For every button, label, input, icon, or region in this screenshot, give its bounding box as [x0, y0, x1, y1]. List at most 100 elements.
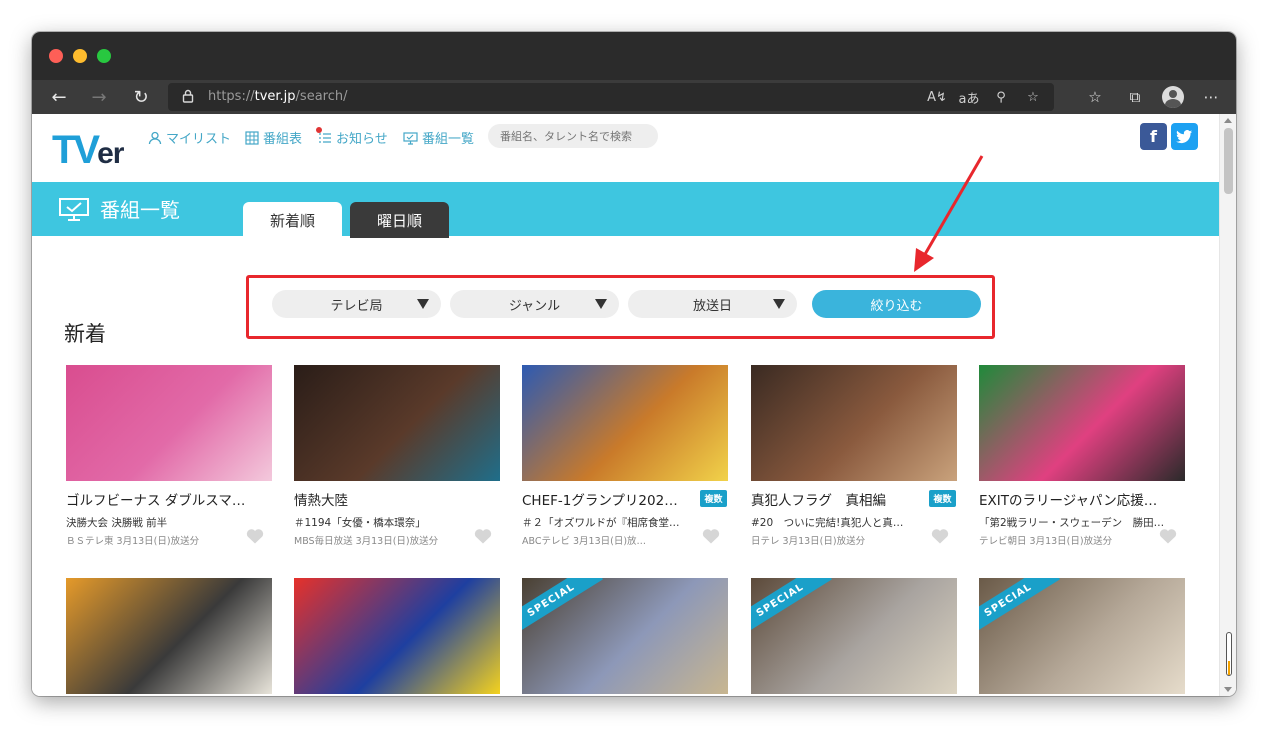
program-card[interactable]: SPECIAL大奥～誕生[有功・家光篇]複数 — [979, 578, 1185, 696]
lock-icon — [182, 89, 194, 103]
profile-avatar[interactable] — [1162, 86, 1184, 108]
browser-window: ← → ↻ https://tver.jp/search/ A↯ aあ ⚲ ☆ … — [32, 32, 1236, 696]
broadcast-info: ABCテレビ 3月13日(日)放… — [522, 536, 647, 546]
episode-title: 「第2戦ラリー・スウェーデン 勝田… — [979, 517, 1165, 529]
program-thumbnail[interactable]: SPECIAL — [522, 578, 728, 694]
read-aloud-icon[interactable]: A↯ — [926, 87, 948, 107]
dropdown-arrow-icon — [773, 299, 785, 309]
program-thumbnail[interactable] — [751, 365, 957, 481]
program-thumbnail[interactable]: SPECIAL — [751, 578, 957, 694]
tver-logo[interactable]: TVer — [52, 128, 124, 173]
program-card[interactable]: CHEF-1グランプリ202… 複数 ＃２「オズワルドが『相席食堂… ABCテレビ 3… — [522, 365, 728, 546]
notification-dot — [316, 126, 322, 133]
forward-arrow-icon[interactable]: → — [86, 84, 112, 110]
program-card[interactable]: 情熱大陸 ＃1194「女優・橋本環奈」 MBS毎日放送 3月13日(日)放送分 — [294, 365, 500, 546]
program-title[interactable]: 情熱大陸 — [294, 489, 500, 509]
program-thumbnail[interactable] — [522, 365, 728, 481]
filter-bar: テレビ局 ジャンル 放送日 絞り込む — [246, 275, 995, 339]
nav-program-list[interactable]: 番組一覧 — [403, 128, 474, 147]
tv-icon — [403, 131, 418, 145]
multi-episode-badge: 複数 — [929, 490, 956, 507]
special-ribbon: SPECIAL — [979, 578, 1060, 638]
program-thumbnail[interactable] — [294, 365, 500, 481]
tab-weekday[interactable]: 曜日順 — [350, 202, 449, 238]
episode-title: #20 ついに完結!真犯人と真… — [751, 517, 904, 529]
list-icon — [316, 126, 332, 145]
add-favorite-icon[interactable]: ☆ — [1022, 87, 1044, 107]
back-arrow-icon[interactable]: ← — [46, 84, 72, 110]
episode-title: ＃1194「女優・橋本環奈」 — [294, 517, 426, 529]
scroll-down-arrow-icon[interactable] — [1224, 687, 1232, 692]
nav-news[interactable]: お知らせ — [316, 126, 388, 147]
nav-schedule[interactable]: 番組表 — [245, 128, 302, 147]
broadcast-info: MBS毎日放送 3月13日(日)放送分 — [294, 536, 439, 546]
dropdown-arrow-icon — [595, 299, 607, 309]
favorite-heart-icon[interactable] — [702, 528, 720, 544]
broadcast-info: 日テレ 3月13日(日)放送分 — [751, 536, 866, 546]
page-scrollbar[interactable] — [1219, 114, 1236, 696]
close-window-button[interactable] — [49, 49, 63, 63]
apply-filter-button[interactable]: 絞り込む — [812, 290, 981, 318]
program-title[interactable]: CHEF-1グランプリ202… 複数 — [522, 489, 728, 509]
facebook-icon[interactable]: f — [1140, 123, 1167, 150]
title-bar — [32, 32, 1236, 80]
program-card[interactable]: EXITのラリージャパン応援… 「第2戦ラリー・スウェーデン 勝田… テレビ朝日 3… — [979, 365, 1185, 546]
filter-date-select[interactable]: 放送日 — [628, 290, 797, 318]
zoom-icon[interactable]: ⚲ — [990, 87, 1012, 107]
program-thumbnail[interactable] — [979, 365, 1185, 481]
nav-mylist[interactable]: マイリスト — [148, 128, 231, 147]
favorite-heart-icon[interactable] — [246, 528, 264, 544]
favorites-icon[interactable]: ☆ — [1082, 84, 1108, 110]
program-title-text: EXITのラリージャパン応援… — [979, 493, 1158, 509]
site-header: TVer マイリスト 番組表 お知らせ 番組一覧 f — [32, 114, 1219, 182]
program-card[interactable]: SPECIAL大奥～誕生[有功・家光篇]複数 — [522, 578, 728, 696]
address-bar[interactable]: https://tver.jp/search/ A↯ aあ ⚲ ☆ — [168, 83, 1054, 111]
maximize-window-button[interactable] — [97, 49, 111, 63]
grid-icon — [245, 130, 259, 145]
program-title[interactable]: ゴルフビーナス ダブルスマ… — [66, 489, 272, 509]
page-viewport: TVer マイリスト 番組表 お知らせ 番組一覧 f — [32, 114, 1236, 696]
favorite-heart-icon[interactable] — [1159, 528, 1177, 544]
tv-icon — [59, 197, 89, 221]
search-input[interactable] — [488, 124, 658, 148]
program-title[interactable]: 真犯人フラグ 真相編 複数 — [751, 489, 957, 509]
program-thumbnail[interactable] — [294, 578, 500, 694]
filter-station-select[interactable]: テレビ局 — [272, 290, 441, 318]
multi-episode-badge: 複数 — [700, 490, 727, 507]
minimize-window-button[interactable] — [73, 49, 87, 63]
program-thumbnail[interactable] — [66, 365, 272, 481]
favorite-heart-icon[interactable] — [474, 528, 492, 544]
program-title[interactable]: EXITのラリージャパン応援… — [979, 489, 1185, 509]
favorite-heart-icon[interactable] — [931, 528, 949, 544]
scroll-up-arrow-icon[interactable] — [1224, 118, 1232, 123]
broadcast-info: テレビ朝日 3月13日(日)放送分 — [979, 536, 1113, 546]
special-ribbon: SPECIAL — [522, 578, 603, 638]
person-icon — [148, 131, 162, 144]
collections-icon[interactable]: ⧉ — [1122, 84, 1148, 110]
url-text: https://tver.jp/search/ — [208, 89, 348, 104]
program-thumbnail[interactable]: SPECIAL — [979, 578, 1185, 694]
more-menu-icon[interactable]: ⋯ — [1198, 84, 1224, 110]
filter-genre-select[interactable]: ジャンル — [450, 290, 619, 318]
program-title-text: 真犯人フラグ 真相編 — [751, 493, 886, 509]
dropdown-arrow-icon — [417, 299, 429, 309]
program-card[interactable]: ゴルフビーナス ダブルスマ… 決勝大会 決勝戦 前半 ＢＳテレ東 3月13日(日)放… — [66, 365, 272, 546]
reload-icon[interactable]: ↻ — [128, 84, 154, 110]
program-title-text: ゴルフビーナス ダブルスマ… — [66, 493, 246, 509]
translate-icon[interactable]: aあ — [958, 87, 980, 107]
special-ribbon: SPECIAL — [751, 578, 832, 638]
scroll-thumb[interactable] — [1224, 128, 1233, 194]
page-banner: 番組一覧 新着順 曜日順 — [32, 182, 1219, 238]
program-card[interactable]: テレビ千鳥 — [294, 578, 500, 696]
twitter-icon[interactable] — [1171, 123, 1198, 150]
twitter-bird-icon — [1176, 129, 1193, 143]
program-thumbnail[interactable] — [66, 578, 272, 694]
side-scroll-indicator — [1226, 632, 1232, 676]
program-title-text: 情熱大陸 — [294, 493, 348, 509]
program-card[interactable]: タタムなんてもったいない！ — [66, 578, 272, 696]
tab-newest[interactable]: 新着順 — [243, 202, 342, 238]
program-card[interactable]: 真犯人フラグ 真相編 複数 #20 ついに完結!真犯人と真… 日テレ 3月13日(日)… — [751, 365, 957, 546]
section-title: 新着 — [64, 322, 106, 346]
program-card[interactable]: SPECIAL大奥～誕生[有功・家光篇]複数 — [751, 578, 957, 696]
broadcast-info: ＢＳテレ東 3月13日(日)放送分 — [66, 536, 200, 546]
